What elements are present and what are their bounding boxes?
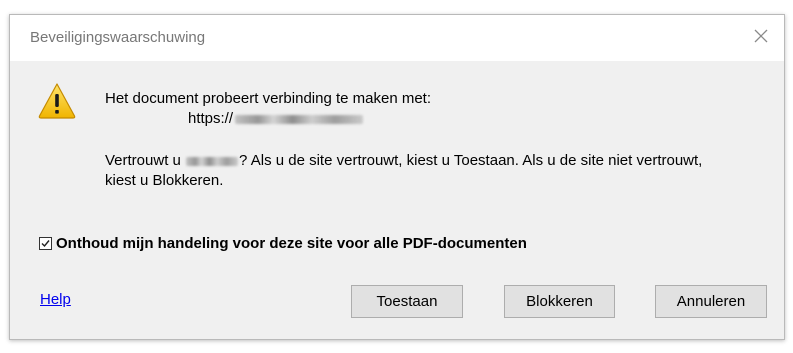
url-prefix: https://	[188, 110, 234, 127]
cancel-button[interactable]: Annuleren	[655, 285, 767, 318]
checkmark-icon	[41, 240, 50, 248]
security-warning-dialog: Beveiligingswaarschuwing Het document pr…	[9, 14, 785, 340]
warning-icon	[37, 81, 77, 121]
remember-action-checkbox[interactable]: Onthoud mijn handeling voor deze site vo…	[39, 235, 527, 252]
connection-message: Het document probeert verbinding te make…	[105, 90, 432, 107]
close-button[interactable]	[746, 21, 776, 51]
checkbox-box[interactable]	[39, 237, 52, 250]
allow-button[interactable]: Toestaan	[351, 285, 463, 318]
dialog-title: Beveiligingswaarschuwing	[30, 29, 206, 46]
block-button[interactable]: Blokkeren	[504, 285, 615, 318]
remember-action-label: Onthoud mijn handeling voor deze site vo…	[56, 235, 527, 252]
close-icon	[754, 29, 768, 43]
trust-question: Vertrouwt u ? Als u de site vertrouwt, k…	[105, 151, 725, 191]
redacted-site-name	[186, 156, 239, 166]
trust-prefix: Vertrouwt u	[105, 152, 186, 169]
redacted-url	[235, 115, 364, 124]
help-link[interactable]: Help	[40, 291, 71, 308]
site-url: https://	[188, 110, 364, 127]
title-bar: Beveiligingswaarschuwing	[10, 15, 784, 61]
